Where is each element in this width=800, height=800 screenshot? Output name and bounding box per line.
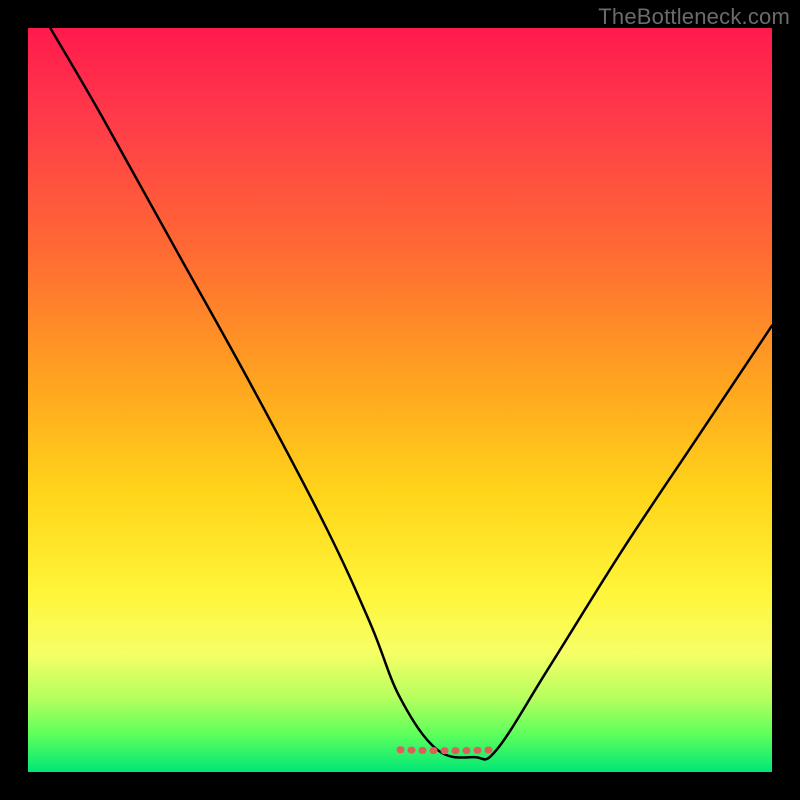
plot-area <box>28 28 772 772</box>
trough-highlight <box>400 750 497 751</box>
curve-layer <box>28 28 772 772</box>
bottleneck-curve <box>50 28 772 759</box>
watermark-text: TheBottleneck.com <box>598 4 790 30</box>
chart-frame: TheBottleneck.com <box>0 0 800 800</box>
